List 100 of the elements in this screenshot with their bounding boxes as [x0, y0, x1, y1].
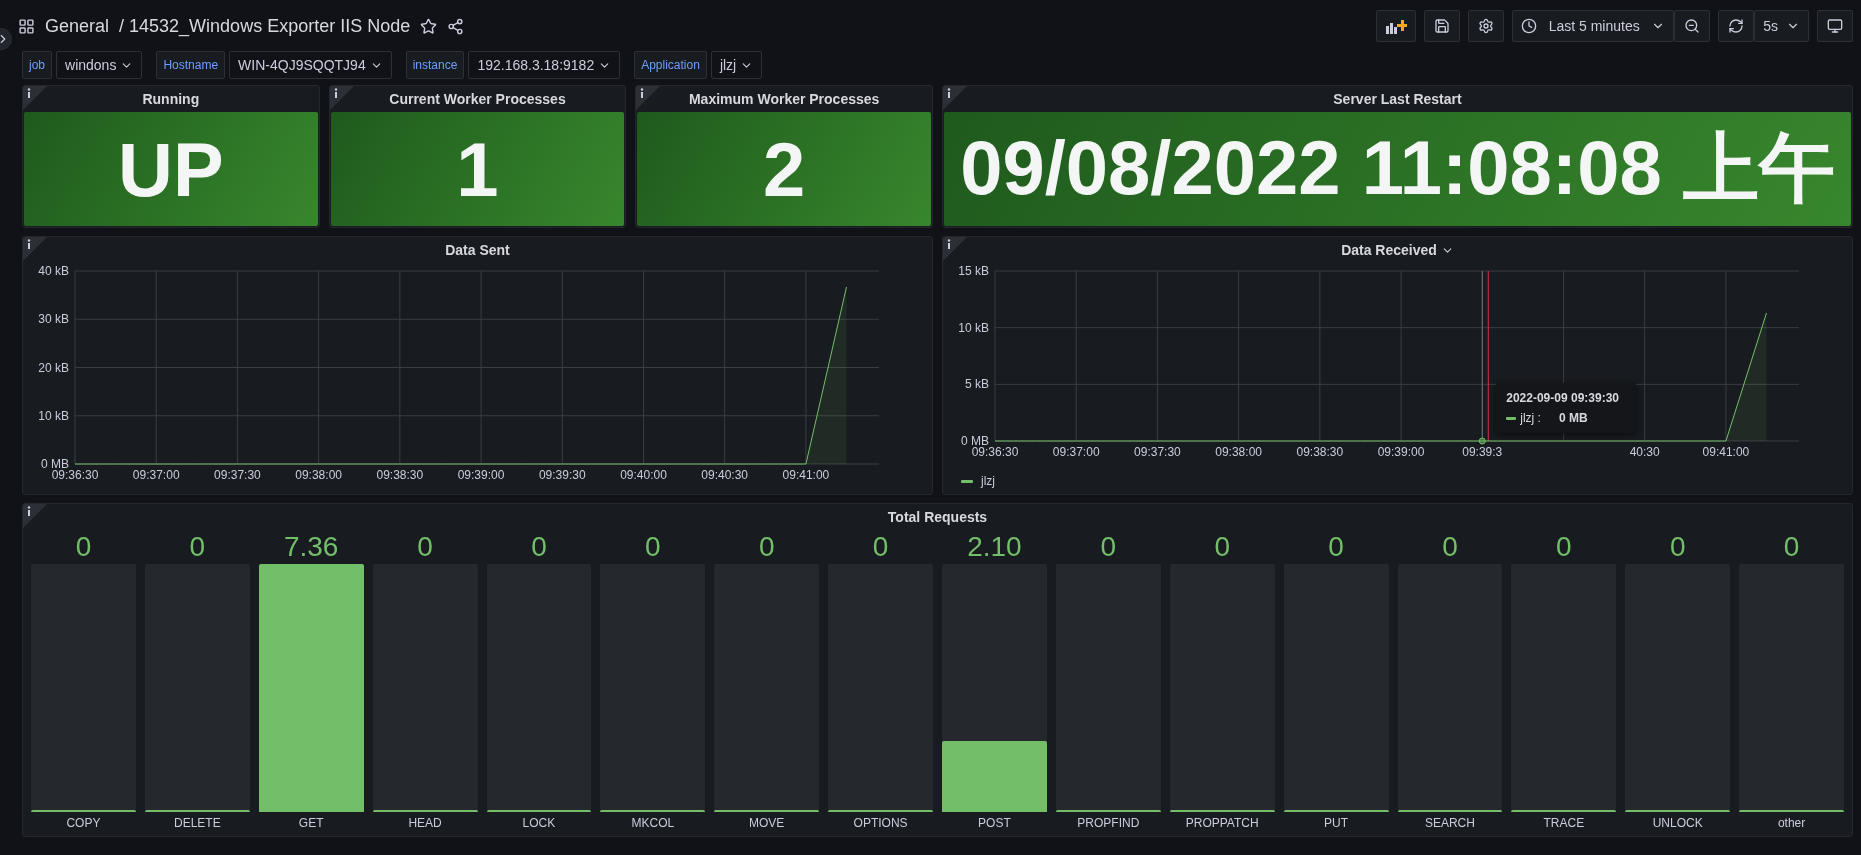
info-icon[interactable]	[23, 86, 47, 110]
bar-label: MKCOL	[630, 816, 676, 830]
axis-tick-label: 09:36:30	[51, 468, 99, 482]
axis-tick-label: 09:38:30	[1296, 445, 1344, 459]
axis-tick-label: 20 kB	[38, 360, 69, 375]
share-button[interactable]	[447, 17, 465, 35]
panel-title: Current Worker Processes	[389, 91, 566, 107]
bar-value: 0	[644, 530, 662, 564]
stat-value: 2	[637, 112, 931, 226]
info-icon[interactable]	[636, 86, 661, 110]
variable-select[interactable]: windons	[56, 51, 143, 79]
save-icon	[1434, 18, 1451, 34]
refresh-interval-picker[interactable]: 5s	[1754, 10, 1809, 42]
time-range-picker[interactable]: Last 5 minutes	[1512, 10, 1675, 42]
variable-label: Application	[634, 51, 707, 79]
variable-label: job	[22, 51, 52, 79]
bar-value: 0	[74, 530, 93, 564]
bar-label: GET	[297, 816, 325, 830]
bar-value: 0	[530, 530, 548, 564]
save-button[interactable]	[1424, 10, 1461, 42]
add-panel-button[interactable]	[1376, 10, 1417, 42]
bar-label: LOCK	[521, 816, 557, 830]
legend-label[interactable]: jlzj	[981, 474, 995, 488]
bar-label: HEAD	[407, 816, 443, 830]
clock-icon	[1521, 18, 1538, 34]
axis-tick-label: 09:38:30	[376, 468, 424, 482]
star-button[interactable]	[420, 17, 438, 35]
axis-tick-label: 09:37:00	[132, 468, 180, 482]
bar-value: 0	[1782, 530, 1801, 564]
axis-tick-label: 09:37:00	[1052, 445, 1100, 459]
variable-select[interactable]: jlzj	[710, 51, 763, 79]
axis-tick-label: 40 kB	[38, 264, 69, 278]
axis-tick-label: 10 kB	[38, 408, 69, 423]
bar-value: 0	[1327, 530, 1345, 564]
variable-label: Hostname	[156, 51, 226, 79]
panel-title[interactable]: Data Received	[1341, 242, 1437, 258]
bar-value: 0	[757, 530, 776, 564]
bar-value: 0	[1555, 530, 1573, 564]
variable-label: instance	[405, 51, 465, 79]
bar-label: OPTIONS	[852, 816, 909, 830]
breadcrumb-link[interactable]: General	[45, 15, 110, 37]
bar-label: PROPFIND	[1076, 816, 1141, 830]
tooltip-value: 0 MB	[1558, 411, 1588, 425]
dashboard-grid-icon	[18, 17, 35, 35]
panel-title: Total Requests	[887, 509, 988, 525]
axis-tick-label: 0 MB	[960, 434, 989, 448]
panel-title: Server Last Restart	[1333, 91, 1462, 107]
tooltip-time: 2022-09-09 09:39:30	[1506, 391, 1620, 405]
bar-value: 0	[1213, 530, 1231, 564]
add-panel-icon	[1385, 18, 1408, 34]
axis-tick-label: 09:38:00	[295, 468, 342, 482]
bar-label: SEARCH	[1423, 816, 1476, 830]
bar-label: PUT	[1323, 816, 1350, 830]
tv-mode-button[interactable]	[1817, 10, 1853, 42]
bar-label: MOVE	[748, 816, 786, 830]
zoom-out-icon	[1684, 18, 1701, 34]
stat-value: 1	[330, 112, 625, 226]
variable-select[interactable]: WIN-4QJ9SQQTJ94	[229, 51, 392, 79]
bar-label: COPY	[65, 816, 102, 830]
bar-label: other	[1776, 816, 1807, 830]
monitor-icon	[1827, 18, 1843, 34]
info-icon[interactable]	[329, 86, 354, 110]
stat-value: UP	[24, 112, 318, 226]
axis-tick-label: 10 kB	[958, 320, 989, 335]
axis-tick-label: 09:39:30	[538, 468, 586, 482]
settings-button[interactable]	[1468, 10, 1505, 42]
axis-tick-label: 15 kB	[958, 264, 989, 278]
info-icon[interactable]	[23, 237, 47, 261]
bar-value: 0	[416, 530, 434, 564]
axis-tick-label: 09:39:3	[1462, 445, 1503, 459]
bar-label: DELETE	[172, 816, 222, 830]
axis-tick-label: 09:38:00	[1215, 445, 1262, 459]
dashboard-title: / 14532_Windows Exporter IIS Node	[119, 15, 411, 37]
bar-label: POST	[977, 816, 1012, 830]
zoom-out-button[interactable]	[1674, 10, 1711, 42]
bar-value: 0	[1099, 530, 1118, 564]
refresh-button[interactable]	[1718, 10, 1755, 42]
axis-tick-label: 0 MB	[41, 457, 69, 471]
axis-tick-label: 09:36:30	[971, 445, 1019, 459]
info-icon[interactable]	[943, 86, 967, 110]
axis-tick-label: 09:40:00	[620, 468, 667, 482]
bar-value: 0	[871, 530, 890, 564]
panel-title: Maximum Worker Processes	[688, 91, 880, 107]
bar-label: UNLOCK	[1651, 816, 1704, 830]
bar-value: 0	[1441, 530, 1459, 564]
info-icon[interactable]	[943, 237, 967, 261]
axis-tick-label: 09:41:00	[1702, 445, 1750, 459]
bar-value: 7.36	[282, 530, 340, 564]
axis-tick-label: 09:41:00	[782, 468, 830, 482]
tooltip-series: jlzj :	[1520, 411, 1541, 425]
bar-value: 0	[188, 530, 207, 564]
bar-value: 2.10	[966, 530, 1023, 564]
stat-value: 09/08/2022 11:08:08 上午	[944, 112, 1851, 226]
variable-select[interactable]: 192.168.3.18:9182	[468, 51, 621, 79]
info-icon[interactable]	[23, 504, 47, 528]
settings-icon	[1478, 18, 1495, 34]
axis-tick-label: 09:37:30	[214, 468, 261, 482]
panel-title[interactable]: Data Sent	[445, 242, 510, 258]
axis-tick-label: 09:39:00	[457, 468, 505, 482]
axis-tick-label: 40:30	[1629, 445, 1660, 459]
